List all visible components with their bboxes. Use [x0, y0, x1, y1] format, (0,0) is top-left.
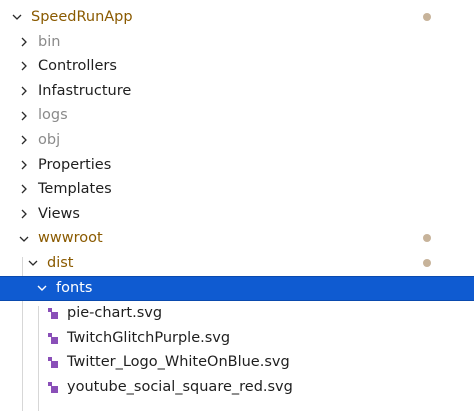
modified-indicator-dot — [423, 13, 431, 21]
chevron-right-icon — [16, 132, 32, 148]
chevron-right-icon — [16, 157, 32, 173]
tree-row-label: Views — [38, 205, 80, 222]
chevron-right-icon — [16, 58, 32, 74]
svg-file-icon — [45, 354, 61, 370]
tree-row-bin[interactable]: bin — [0, 30, 474, 55]
tree-row-logs[interactable]: logs — [0, 103, 474, 128]
tree-row-label: Properties — [38, 156, 112, 173]
tree-row-label: Controllers — [38, 58, 117, 75]
tree-row-speedrunapp[interactable]: SpeedRunApp — [0, 5, 474, 30]
chevron-down-icon — [9, 9, 25, 25]
tree-row-label: wwwroot — [38, 230, 103, 247]
tree-row-label: bin — [38, 33, 61, 50]
tree-row-label: youtube_social_square_red.svg — [67, 378, 293, 395]
chevron-right-icon — [16, 34, 32, 50]
svg-file-icon — [45, 379, 61, 395]
tree-row-templates[interactable]: Templates — [0, 177, 474, 202]
chevron-right-icon — [16, 181, 32, 197]
tree-row-label: TwitchGlitchPurple.svg — [67, 329, 231, 346]
svg-file-icon — [45, 305, 61, 321]
chevron-down-icon — [25, 255, 41, 271]
tree-row-label: dist — [47, 255, 74, 272]
chevron-right-icon — [16, 108, 32, 124]
tree-row-wwwroot[interactable]: wwwroot — [0, 226, 474, 251]
modified-indicator-dot — [423, 259, 431, 267]
tree-row-properties[interactable]: Properties — [0, 153, 474, 178]
tree-row-label: obj — [38, 132, 61, 149]
tree-row-label: logs — [38, 107, 68, 124]
tree-row-controllers[interactable]: Controllers — [0, 54, 474, 79]
tree-row-views[interactable]: Views — [0, 202, 474, 227]
chevron-down-icon — [34, 280, 50, 296]
tree-row-label: pie-chart.svg — [67, 305, 163, 322]
tree-row-label: Infastructure — [38, 82, 132, 99]
tree-row-file[interactable]: TwitchGlitchPurple.svg — [0, 326, 474, 351]
tree-row-fonts[interactable]: fonts — [0, 276, 474, 301]
tree-row-label: Twitter_Logo_WhiteOnBlue.svg — [67, 354, 290, 371]
tree-row-dist[interactable]: dist — [0, 251, 474, 276]
tree-row-obj[interactable]: obj — [0, 128, 474, 153]
file-explorer-tree: SpeedRunApp bin Controllers Infastructur… — [0, 0, 474, 411]
tree-row-infastructure[interactable]: Infastructure — [0, 79, 474, 104]
chevron-right-icon — [16, 83, 32, 99]
tree-row-label: SpeedRunApp — [31, 9, 133, 26]
svg-file-icon — [45, 330, 61, 346]
tree-row-label: fonts — [56, 280, 93, 297]
tree-row-file[interactable]: youtube_social_square_red.svg — [0, 375, 474, 400]
tree-row-file[interactable]: Twitter_Logo_WhiteOnBlue.svg — [0, 350, 474, 375]
chevron-right-icon — [16, 206, 32, 222]
modified-indicator-dot — [423, 234, 431, 243]
chevron-down-icon — [16, 231, 32, 247]
tree-row-file[interactable]: pie-chart.svg — [0, 301, 474, 326]
tree-row-label: Templates — [38, 181, 112, 198]
